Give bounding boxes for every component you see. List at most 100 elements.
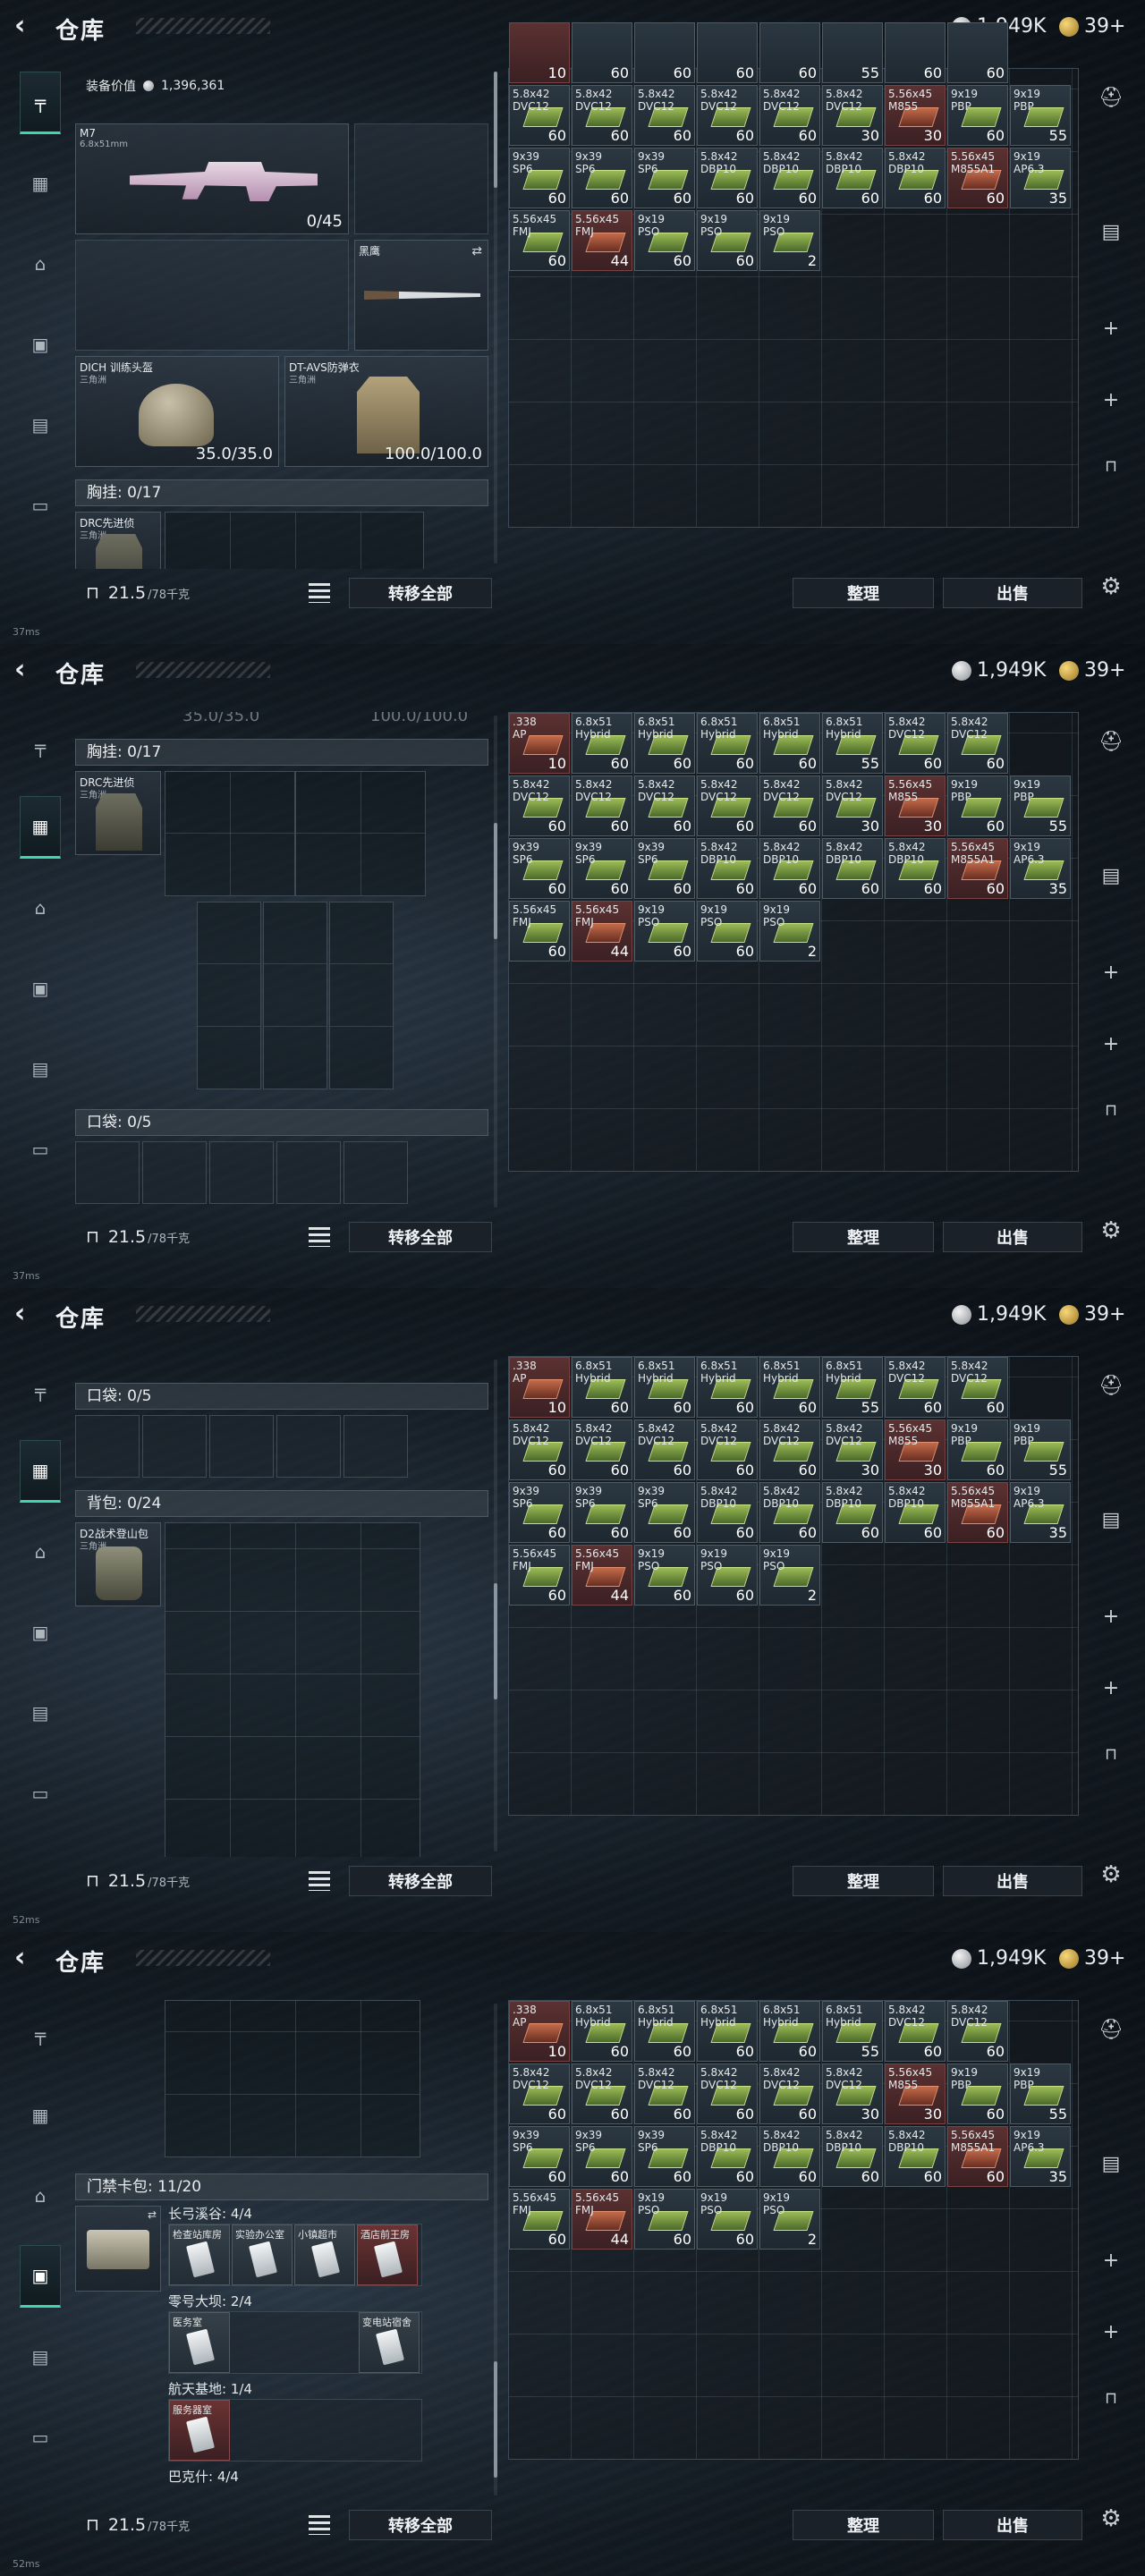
ammo-item[interactable]: 5.8x42 DBP10 60 bbox=[697, 2126, 758, 2187]
ammo-item[interactable]: 9x19 PBP 55 bbox=[1010, 2063, 1071, 2124]
toolbox-icon[interactable]: ▭ bbox=[20, 474, 61, 537]
plus-icon[interactable]: + bbox=[1095, 1029, 1127, 1061]
ammo-item[interactable]: 6.8x51 Hybrid 60 bbox=[759, 1357, 820, 1418]
ammo-item[interactable]: 5.56x45 M855 30 bbox=[885, 775, 946, 836]
ammo-item[interactable]: 5.8x42 DVC12 30 bbox=[822, 1419, 883, 1480]
ammo-item[interactable]: 5.8x42 DVC12 30 bbox=[822, 775, 883, 836]
ammo-item[interactable]: 5.8x42 DVC12 60 bbox=[759, 85, 820, 146]
sell-button[interactable]: 出售 bbox=[943, 1222, 1082, 1252]
pocket-slot[interactable] bbox=[142, 1415, 207, 1478]
list-view-icon[interactable] bbox=[309, 1227, 330, 1247]
plus-icon[interactable]: + bbox=[1095, 1673, 1127, 1705]
keycard[interactable]: 小镇超市 bbox=[294, 2224, 355, 2285]
ammo-item[interactable]: 9x19 PSO 2 bbox=[759, 210, 820, 271]
ammo-item[interactable]: 9x39 SP6 60 bbox=[572, 148, 632, 208]
rig-slot-3[interactable] bbox=[197, 902, 261, 1089]
sort-button[interactable]: 整理 bbox=[793, 578, 934, 608]
ammo-item[interactable]: 5.8x42 DVC12 60 bbox=[947, 713, 1008, 774]
ammo-item[interactable]: 5.8x42 DVC12 60 bbox=[509, 85, 570, 146]
ammo-item[interactable]: 5.8x42 DBP10 60 bbox=[697, 838, 758, 899]
ammo-item[interactable]: 5.56x45 FMJ 44 bbox=[572, 1545, 632, 1606]
backpack-icon[interactable]: ⌂ bbox=[20, 877, 61, 939]
ammo-item[interactable]: 5.56x45 M855A1 60 bbox=[947, 838, 1008, 899]
storage-box-icon[interactable]: ▤ bbox=[20, 394, 61, 456]
pocket-slot[interactable] bbox=[209, 1415, 274, 1478]
transfer-all-button[interactable]: 转移全部 bbox=[349, 578, 492, 608]
ammo-item[interactable]: 5.8x42 DBP10 60 bbox=[697, 148, 758, 208]
swap-icon[interactable]: ⇄ bbox=[471, 244, 482, 258]
helmet-slot[interactable]: DICH 训练头盔 三角洲 35.0/35.0 bbox=[75, 356, 279, 467]
ammo-item[interactable]: 6.8x51 Hybrid 60 bbox=[697, 713, 758, 774]
back-arrow-icon[interactable]: ‹ bbox=[14, 13, 25, 39]
ammo-item[interactable]: 5.8x42 DVC12 60 bbox=[697, 85, 758, 146]
ammo-item[interactable]: 5.8x42 DVC12 60 bbox=[634, 2063, 695, 2124]
ammo-item[interactable]: 5.8x42 DBP10 60 bbox=[885, 1482, 946, 1543]
list-view-icon[interactable] bbox=[309, 2515, 330, 2535]
ammo-item-partial[interactable]: 60 bbox=[697, 22, 758, 83]
transfer-all-button[interactable]: 转移全部 bbox=[349, 1222, 492, 1252]
ammo-item[interactable]: 6.8x51 Hybrid 60 bbox=[697, 1357, 758, 1418]
ammo-item[interactable]: 5.8x42 DVC12 60 bbox=[697, 775, 758, 836]
ammo-item[interactable]: 6.8x51 Hybrid 60 bbox=[572, 1357, 632, 1418]
ammo-item[interactable]: 9x19 PSO 60 bbox=[697, 2189, 758, 2250]
ammo-item[interactable]: 5.56x45 FMJ 60 bbox=[509, 1545, 570, 1606]
transfer-all-button[interactable]: 转移全部 bbox=[349, 2510, 492, 2540]
ammo-item[interactable]: 5.8x42 DVC12 60 bbox=[759, 775, 820, 836]
ammo-item[interactable]: 5.8x42 DBP10 60 bbox=[822, 2126, 883, 2187]
ammo-item[interactable]: 9x19 PBP 60 bbox=[947, 1419, 1008, 1480]
ammo-item-partial[interactable]: 55 bbox=[822, 22, 883, 83]
ammo-item[interactable]: 5.8x42 DBP10 60 bbox=[822, 838, 883, 899]
ammo-item[interactable]: 9x19 PSO 60 bbox=[634, 1545, 695, 1606]
helmet-icon[interactable]: ⛑ bbox=[1095, 726, 1127, 758]
ammo-item[interactable]: 5.56x45 M855 30 bbox=[885, 85, 946, 146]
ammo-item[interactable]: 5.8x42 DVC12 60 bbox=[509, 1419, 570, 1480]
ammo-item[interactable]: 5.56x45 FMJ 60 bbox=[509, 210, 570, 271]
stash-icon[interactable]: ▤ bbox=[1095, 2148, 1127, 2181]
backpack-icon[interactable]: ⌂ bbox=[20, 1521, 61, 1583]
ammo-item[interactable]: 9x39 SP6 60 bbox=[509, 2126, 570, 2187]
ammo-item[interactable]: 5.56x45 M855A1 60 bbox=[947, 1482, 1008, 1543]
plus-icon[interactable]: + bbox=[1095, 313, 1127, 345]
ammo-item[interactable]: 9x39 SP6 60 bbox=[634, 148, 695, 208]
stash-icon[interactable]: ▤ bbox=[1095, 860, 1127, 893]
ammo-item[interactable]: 9x39 SP6 60 bbox=[509, 1482, 570, 1543]
left-scrollbar[interactable] bbox=[494, 72, 497, 564]
stash-icon[interactable]: ▤ bbox=[1095, 1504, 1127, 1537]
rig-slot-4[interactable] bbox=[263, 902, 327, 1089]
ammo-item[interactable]: 9x19 PBP 60 bbox=[947, 2063, 1008, 2124]
ammo-item[interactable]: 5.8x42 DVC12 60 bbox=[634, 775, 695, 836]
ammo-item[interactable]: 6.8x51 Hybrid 60 bbox=[572, 713, 632, 774]
keycard-bag-icon[interactable]: ▣ bbox=[20, 957, 61, 1020]
ammo-item[interactable]: 9x19 AP6.3 35 bbox=[1010, 2126, 1071, 2187]
ammo-item[interactable]: 5.8x42 DVC12 60 bbox=[572, 775, 632, 836]
rig-slot-2[interactable] bbox=[295, 771, 426, 896]
ammo-item[interactable]: 5.8x42 DVC12 60 bbox=[572, 2063, 632, 2124]
left-scrollbar[interactable] bbox=[494, 716, 497, 1208]
chest-rig-icon[interactable]: ▦ bbox=[20, 152, 61, 215]
ammo-item[interactable]: 9x39 SP6 60 bbox=[572, 2126, 632, 2187]
ammo-item[interactable]: 5.8x42 DVC12 60 bbox=[634, 1419, 695, 1480]
ammo-item[interactable]: 5.56x45 M855A1 60 bbox=[947, 148, 1008, 208]
plus-icon[interactable]: + bbox=[1095, 2245, 1127, 2277]
ammo-item[interactable]: 9x19 PSO 2 bbox=[759, 1545, 820, 1606]
primary-weapon-slot[interactable]: M7 6.8x51mm 0/45 bbox=[75, 123, 349, 234]
ammo-item[interactable]: 5.8x42 DVC12 60 bbox=[885, 1357, 946, 1418]
ammo-item[interactable]: 5.8x42 DVC12 60 bbox=[697, 2063, 758, 2124]
keycard-bag-icon[interactable]: ▣ bbox=[20, 2245, 61, 2308]
ammo-item[interactable]: 9x19 AP6.3 35 bbox=[1010, 148, 1071, 208]
pistol-icon[interactable]: ╤ bbox=[20, 1360, 61, 1422]
scroll-thumb[interactable] bbox=[494, 1583, 497, 1699]
ammo-item-partial[interactable]: 60 bbox=[634, 22, 695, 83]
ammo-item[interactable]: 9x39 SP6 60 bbox=[634, 2126, 695, 2187]
sell-button[interactable]: 出售 bbox=[943, 578, 1082, 608]
ammo-item[interactable]: 5.8x42 DBP10 60 bbox=[759, 148, 820, 208]
chest-rig-icon[interactable]: ▦ bbox=[20, 796, 61, 859]
backpack-grid[interactable] bbox=[165, 1522, 420, 1857]
chest-rig-item[interactable]: DRC先进侦 三角洲 bbox=[75, 512, 161, 569]
ammo-item[interactable]: 5.8x42 DBP10 60 bbox=[759, 838, 820, 899]
lock-icon[interactable]: ⊓ bbox=[1095, 1095, 1127, 1127]
ammo-item[interactable]: 5.8x42 DBP10 60 bbox=[759, 1482, 820, 1543]
armor-slot[interactable]: DT-AVS防弹衣 三角洲 100.0/100.0 bbox=[284, 356, 488, 467]
ammo-item[interactable]: 9x19 PSO 60 bbox=[634, 901, 695, 962]
ammo-item[interactable]: 5.8x42 DVC12 60 bbox=[885, 2001, 946, 2062]
